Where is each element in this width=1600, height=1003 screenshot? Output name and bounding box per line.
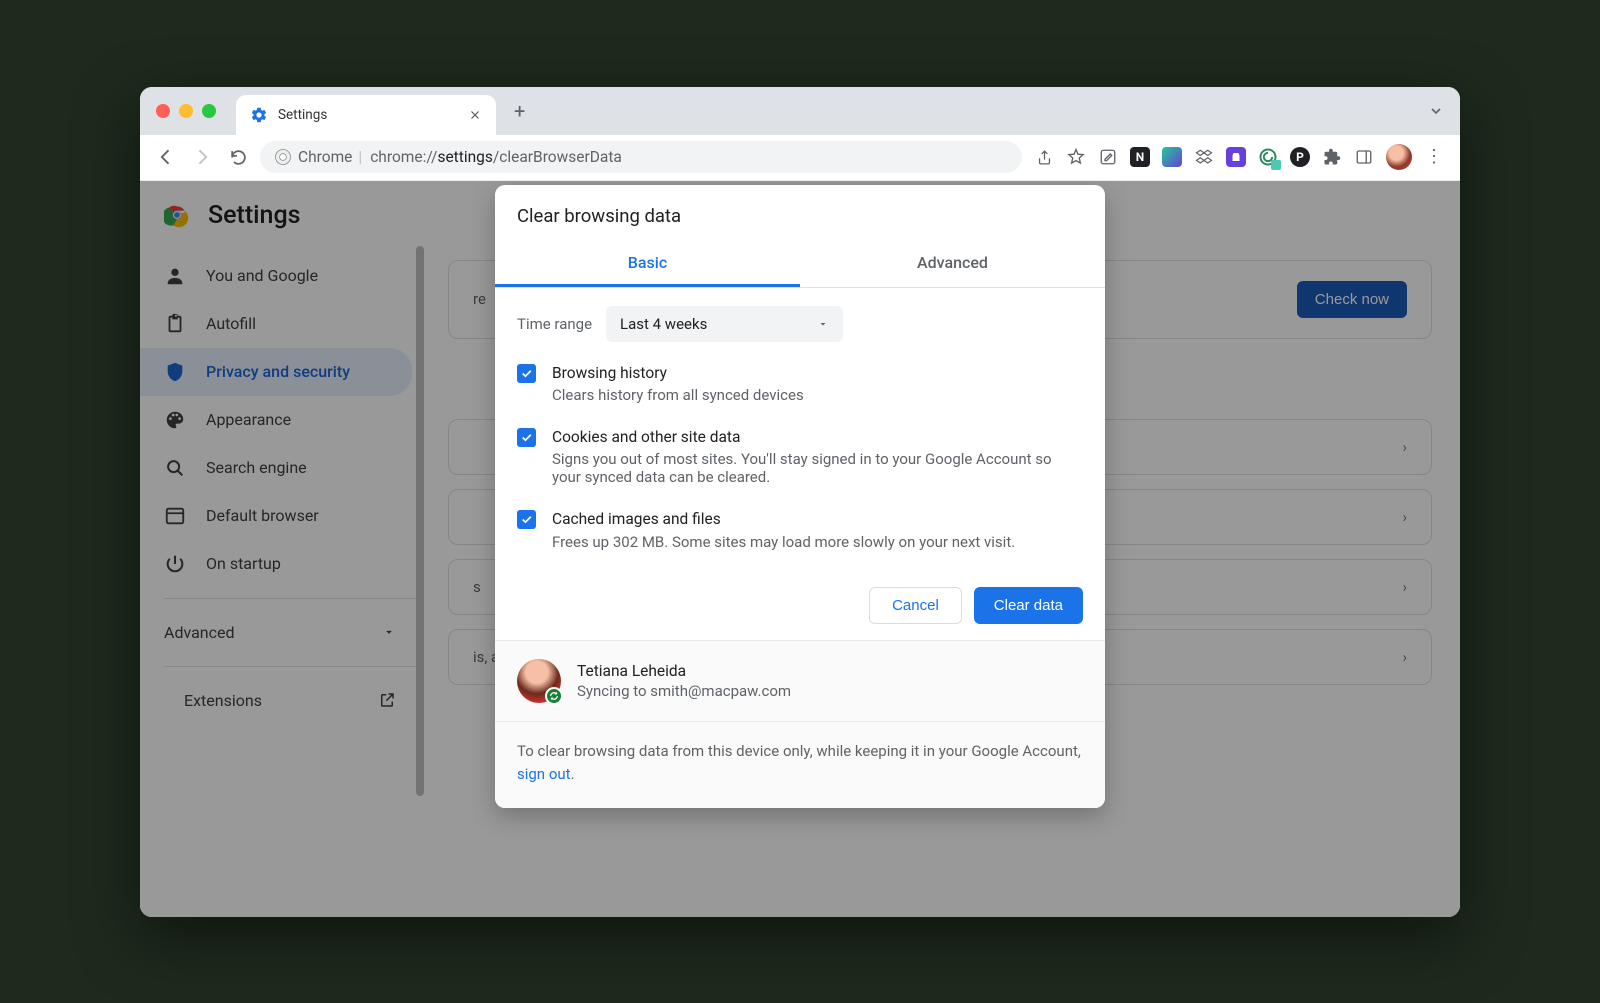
gear-icon <box>250 106 268 124</box>
chrome-icon <box>274 148 292 166</box>
time-range-value: Last 4 weeks <box>620 315 707 333</box>
bookmark-star-icon[interactable] <box>1066 147 1086 167</box>
footer-pre: To clear browsing data from this device … <box>517 742 1081 760</box>
extension-edit-icon[interactable] <box>1098 147 1118 167</box>
browser-window: Settings + Chrome | chrome://settings/cl… <box>140 87 1460 917</box>
sign-out-link[interactable]: sign out <box>517 765 571 783</box>
option-desc: Signs you out of most sites. You'll stay… <box>552 450 1083 486</box>
checkbox-cache[interactable] <box>517 510 536 529</box>
option-title: Cached images and files <box>552 508 1015 530</box>
dialog-footer-text: To clear browsing data from this device … <box>495 722 1105 809</box>
chevron-down-icon <box>817 318 829 330</box>
tab-title: Settings <box>278 107 458 123</box>
side-panel-icon[interactable] <box>1354 147 1374 167</box>
footer-post: . <box>571 765 575 783</box>
clear-data-button[interactable]: Clear data <box>974 587 1083 624</box>
option-browsing-history: Browsing history Clears history from all… <box>517 362 1083 404</box>
clear-browsing-data-dialog: Clear browsing data Basic Advanced Time … <box>495 185 1105 809</box>
close-icon[interactable] <box>468 108 482 122</box>
site-identity: Chrome | <box>274 148 362 166</box>
time-range-row: Time range Last 4 weeks <box>517 306 1083 342</box>
reload-button[interactable] <box>224 143 252 171</box>
user-name: Tetiana Leheida <box>577 662 791 680</box>
cancel-button[interactable]: Cancel <box>869 587 962 624</box>
dialog-actions: Cancel Clear data <box>495 573 1105 641</box>
dialog-body: Time range Last 4 weeks Browsing history… <box>495 288 1105 573</box>
sync-badge-icon <box>545 687 563 705</box>
tab-basic[interactable]: Basic <box>495 241 800 287</box>
option-cache: Cached images and files Frees up 302 MB.… <box>517 508 1083 550</box>
checkbox-cookies[interactable] <box>517 428 536 447</box>
extension-grammarly-icon[interactable] <box>1258 147 1278 167</box>
toolbar: Chrome | chrome://settings/clearBrowserD… <box>140 135 1460 181</box>
window-minimize-button[interactable] <box>179 104 193 118</box>
option-desc: Frees up 302 MB. Some sites may load mor… <box>552 533 1015 551</box>
extension-purple-icon[interactable] <box>1162 147 1182 167</box>
extension-notion-icon[interactable]: N <box>1130 147 1150 167</box>
time-range-select[interactable]: Last 4 weeks <box>606 306 843 342</box>
url-prefix: Chrome <box>298 148 352 166</box>
modal-overlay: Clear browsing data Basic Advanced Time … <box>140 181 1460 917</box>
browser-tab[interactable]: Settings <box>236 95 496 135</box>
toolbar-actions: N P ⋮ <box>1030 144 1448 170</box>
extension-p-icon[interactable]: P <box>1290 147 1310 167</box>
titlebar: Settings + <box>140 87 1460 135</box>
extension-dropbox-icon[interactable] <box>1194 147 1214 167</box>
user-sync-status: Syncing to smith@macpaw.com <box>577 682 791 700</box>
user-sync-section: Tetiana Leheida Syncing to smith@macpaw.… <box>495 641 1105 722</box>
window-controls <box>156 104 216 118</box>
url-host: settings <box>437 148 492 166</box>
option-cookies: Cookies and other site data Signs you ou… <box>517 426 1083 486</box>
share-icon[interactable] <box>1034 147 1054 167</box>
checkbox-browsing-history[interactable] <box>517 364 536 383</box>
option-title: Cookies and other site data <box>552 426 1083 448</box>
url-path: /clearBrowserData <box>493 148 622 166</box>
extensions-puzzle-icon[interactable] <box>1322 147 1342 167</box>
new-tab-button[interactable]: + <box>510 95 529 127</box>
browser-menu-button[interactable]: ⋮ <box>1424 147 1444 167</box>
option-desc: Clears history from all synced devices <box>552 386 804 404</box>
extension-shopping-icon[interactable] <box>1226 147 1246 167</box>
time-range-label: Time range <box>517 315 592 333</box>
option-title: Browsing history <box>552 362 804 384</box>
dialog-title: Clear browsing data <box>495 185 1105 241</box>
chevron-down-icon[interactable] <box>1428 103 1444 119</box>
back-button[interactable] <box>152 143 180 171</box>
window-close-button[interactable] <box>156 104 170 118</box>
dialog-tabs: Basic Advanced <box>495 241 1105 288</box>
address-bar[interactable]: Chrome | chrome://settings/clearBrowserD… <box>260 141 1022 173</box>
tab-advanced[interactable]: Advanced <box>800 241 1105 287</box>
profile-avatar-button[interactable] <box>1386 144 1412 170</box>
window-maximize-button[interactable] <box>202 104 216 118</box>
forward-button[interactable] <box>188 143 216 171</box>
content: Settings You and Google Autofill Privacy… <box>140 181 1460 917</box>
url-scheme: chrome:// <box>370 148 437 166</box>
user-avatar <box>517 659 561 703</box>
